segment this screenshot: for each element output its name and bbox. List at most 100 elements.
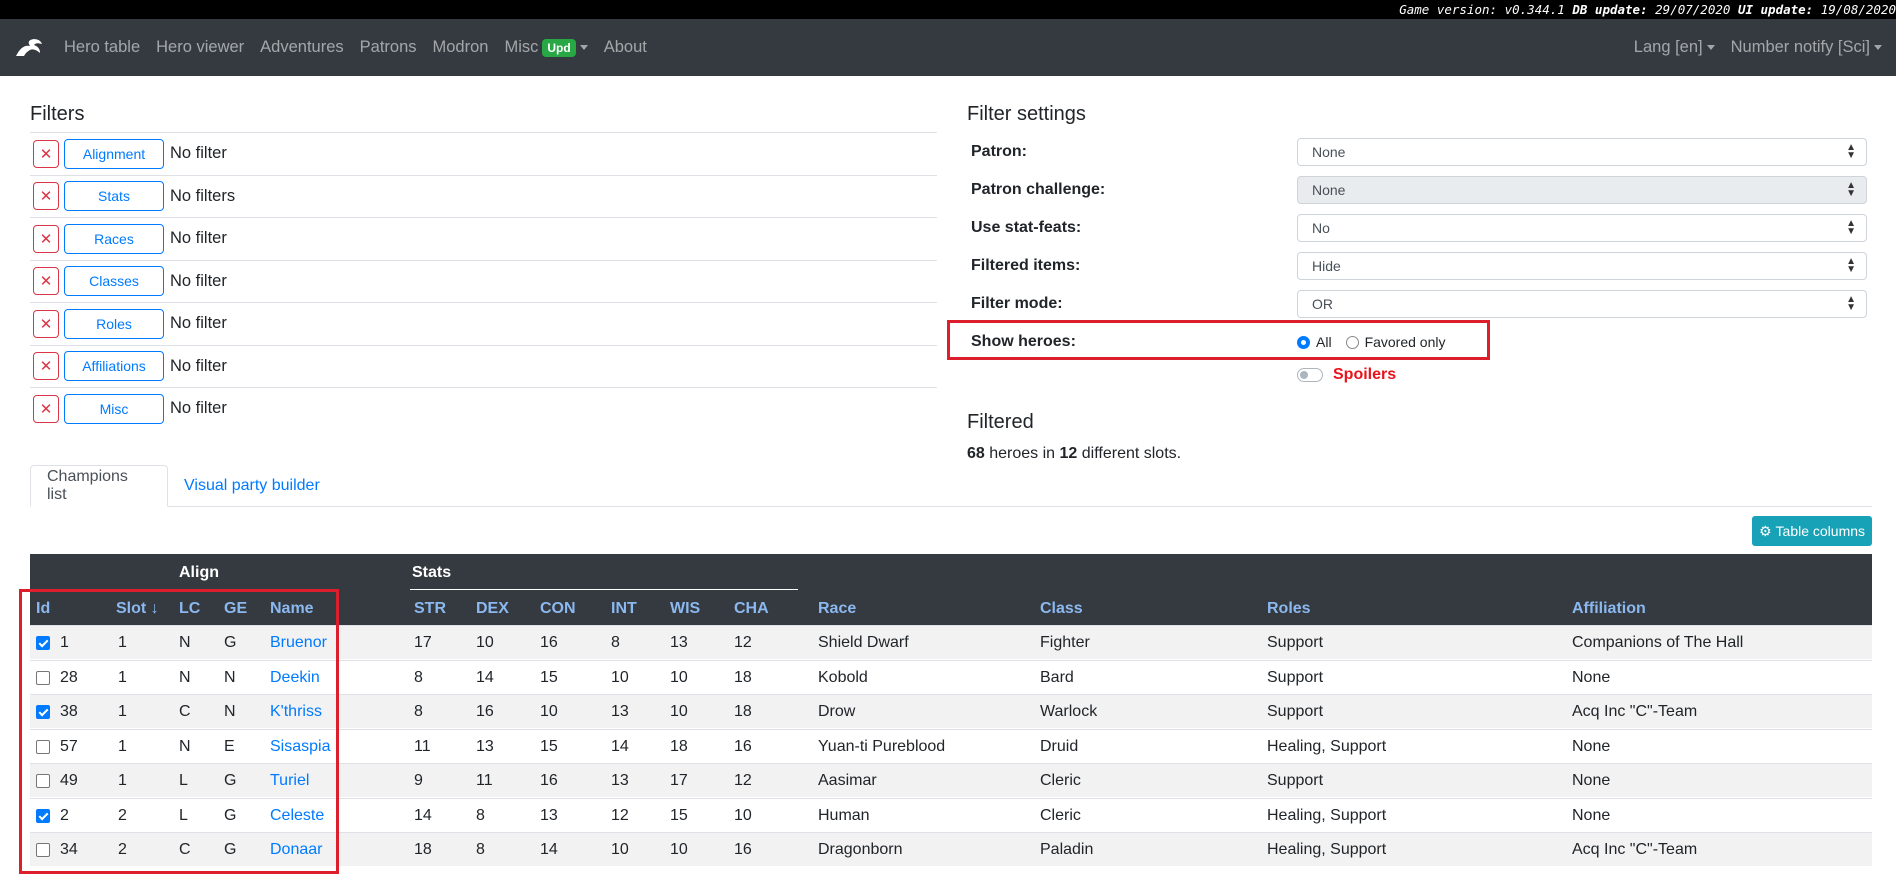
close-icon: ✕ [39, 273, 53, 291]
remove-filter-button[interactable]: ✕ [33, 224, 59, 253]
tab-visual-party-builder[interactable]: Visual party builder [168, 465, 336, 506]
cell-wis: 10 [670, 668, 688, 686]
cell-con: 13 [540, 806, 558, 824]
cell-affiliation: Acq Inc "C"-Team [1572, 841, 1698, 858]
navbar: Hero table Hero viewer Adventures Patron… [0, 19, 1896, 76]
col-int[interactable]: INT [611, 600, 637, 618]
col-race[interactable]: Race [818, 600, 856, 618]
chevron-down-icon [579, 45, 588, 50]
col-roles[interactable]: Roles [1267, 600, 1311, 618]
filter-button[interactable]: Affiliations [64, 351, 164, 382]
lang-label: Lang [en] [1633, 38, 1703, 56]
toggle-switch[interactable] [1297, 368, 1323, 382]
cell-dex: 13 [476, 737, 494, 755]
col-wis[interactable]: WIS [670, 600, 700, 618]
cell-cha: 18 [734, 703, 752, 720]
col-cha[interactable]: CHA [734, 600, 769, 618]
filtered-summary: 68 heroes in 12 different slots. [967, 445, 1181, 463]
cell-race: Aasimar [818, 772, 877, 789]
close-icon: ✕ [39, 315, 53, 333]
col-affiliation[interactable]: Affiliation [1572, 600, 1646, 618]
filter-button[interactable]: Roles [64, 308, 164, 339]
cell-race: Dragonborn [818, 841, 903, 858]
cell-cha: 12 [734, 772, 752, 789]
filter-row: ✕ Stats No filters [30, 174, 937, 218]
nav-misc-dropdown[interactable]: Misc Upd [504, 38, 588, 57]
filtered-mid-text: heroes in [989, 445, 1056, 462]
cell-con: 16 [540, 634, 558, 651]
cell-affiliation: Companions of The Hall [1572, 634, 1744, 651]
nav-patrons[interactable]: Patrons [360, 38, 417, 57]
cell-int: 13 [611, 703, 629, 720]
col-str[interactable]: STR [414, 600, 446, 618]
cell-con: 16 [540, 772, 558, 789]
cell-int: 10 [611, 668, 629, 686]
remove-filter-button[interactable]: ✕ [33, 139, 59, 168]
slot-count: 12 [1059, 445, 1078, 462]
filter-button[interactable]: Classes [64, 266, 164, 297]
spoilers-toggle[interactable]: Spoilers [1297, 366, 1396, 384]
patron-select[interactable]: None ▲ ▼ [1297, 138, 1867, 166]
col-dex[interactable]: DEX [476, 600, 509, 618]
remove-filter-button[interactable]: ✕ [33, 182, 59, 211]
remove-filter-button[interactable]: ✕ [33, 394, 59, 423]
filter-value: No filter [170, 144, 227, 163]
cell-dex: 11 [476, 772, 493, 789]
remove-filter-button[interactable]: ✕ [33, 309, 59, 338]
col-con[interactable]: CON [540, 600, 576, 618]
cell-dex: 8 [476, 806, 485, 824]
nav-modron[interactable]: Modron [433, 38, 489, 57]
table-columns-button[interactable]: ⚙ Table columns [1752, 516, 1872, 546]
number-notify-dropdown[interactable]: Number notify [Sci] [1731, 38, 1882, 57]
filter-button[interactable]: Races [64, 223, 164, 254]
close-icon: ✕ [39, 230, 53, 248]
cell-affiliation: None [1572, 737, 1611, 755]
filtered-items-select[interactable]: Hide ▲ ▼ [1297, 252, 1867, 280]
filter-button[interactable]: Misc [64, 393, 164, 424]
remove-filter-button[interactable]: ✕ [33, 267, 59, 296]
cell-class: Bard [1040, 668, 1074, 686]
cell-race: Kobold [818, 668, 868, 686]
select-arrows-icon: ▲ ▼ [1846, 180, 1856, 199]
close-icon: ✕ [39, 358, 53, 376]
db-update-value: 29/07/2020 [1655, 2, 1731, 17]
stat-feats-select[interactable]: No ▲ ▼ [1297, 214, 1867, 242]
cell-class: Druid [1040, 737, 1079, 755]
nav-adventures[interactable]: Adventures [260, 38, 343, 57]
filter-value: No filter [170, 314, 227, 333]
cell-str: 11 [414, 737, 431, 755]
nav-hero-viewer[interactable]: Hero viewer [156, 38, 244, 57]
game-version-label: Game version: [1399, 2, 1498, 17]
filter-button[interactable]: Stats [64, 181, 164, 212]
cell-con: 15 [540, 737, 558, 755]
filter-settings-title: Filter settings [967, 103, 1086, 125]
tab-champions-list[interactable]: Champions list [30, 465, 168, 507]
filter-button[interactable]: Alignment [64, 138, 164, 169]
remove-filter-button[interactable]: ✕ [33, 352, 59, 381]
filtered-title: Filtered [967, 411, 1034, 433]
select-arrows-icon: ▲ ▼ [1846, 218, 1856, 237]
patron-challenge-setting: Patron challenge: None ▲ ▼ [971, 175, 1871, 205]
cell-wis: 10 [670, 703, 688, 720]
cell-cha: 18 [734, 668, 752, 686]
nav-about[interactable]: About [604, 38, 647, 57]
filter-value: No filters [170, 186, 236, 205]
ui-update-label: UI update: [1737, 2, 1814, 17]
chevron-down-icon [1706, 45, 1715, 50]
filter-mode-select[interactable]: OR ▲ ▼ [1297, 290, 1867, 318]
filters-title: Filters [30, 103, 85, 125]
cell-class: Warlock [1040, 703, 1098, 720]
cell-wis: 13 [670, 634, 688, 651]
filter-row: ✕ Misc No filter [30, 387, 937, 430]
logo-icon[interactable] [14, 36, 44, 60]
nav-hero-table[interactable]: Hero table [64, 38, 140, 57]
cell-wis: 17 [670, 772, 688, 789]
cell-wis: 18 [670, 737, 688, 755]
cell-cha: 10 [734, 806, 752, 824]
select-arrows-icon: ▲ ▼ [1846, 294, 1856, 313]
cell-race: Yuan-ti Pureblood [818, 737, 946, 755]
cell-int: 8 [611, 634, 620, 651]
lang-dropdown[interactable]: Lang [en] [1634, 38, 1715, 57]
highlight-show-heroes [947, 320, 1490, 360]
col-class[interactable]: Class [1040, 600, 1083, 618]
